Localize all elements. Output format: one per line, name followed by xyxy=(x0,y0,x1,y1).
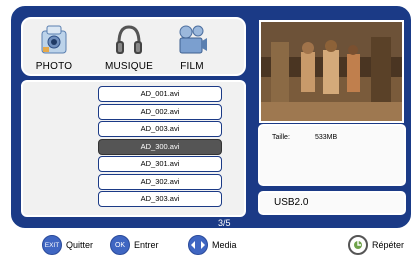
repeat-icon xyxy=(348,235,368,255)
media-music[interactable]: MUSIQUE xyxy=(99,19,159,78)
exit-button-icon: EXIT xyxy=(42,235,62,255)
repeat-label: Répéter xyxy=(372,240,405,250)
file-list-item[interactable]: AD_302.avi xyxy=(98,173,222,190)
device-label: USB2.0 xyxy=(274,197,309,208)
media-type-bar: PHOTO MUSIQUE FILM xyxy=(21,17,246,76)
media-music-label: MUSIQUE xyxy=(104,61,154,72)
file-info-panel: Taille: 533MB xyxy=(258,124,406,186)
legend-ok[interactable]: OK Entrer xyxy=(110,235,159,255)
legend-exit[interactable]: EXIT Quitter xyxy=(42,235,93,255)
legend-repeat[interactable]: Répéter xyxy=(348,235,404,255)
film-projector-icon xyxy=(179,25,207,54)
media-photo[interactable]: PHOTO xyxy=(31,19,77,78)
exit-label: Quitter xyxy=(66,240,94,250)
legend-media[interactable]: Media xyxy=(188,235,237,255)
file-list-item[interactable]: AD_300.avi xyxy=(98,138,222,155)
file-list-item[interactable]: AD_003.avi xyxy=(98,121,222,137)
file-list-panel: AD_001.avi AD_002.avi AD_003.avi AD_300.avi… xyxy=(21,80,246,217)
file-list-item[interactable]: AD_001.avi xyxy=(98,86,222,102)
left-right-arrows-icon xyxy=(188,235,208,255)
video-preview xyxy=(259,20,404,123)
media-photo-label: PHOTO xyxy=(35,61,73,72)
size-label: Taille: xyxy=(272,134,290,141)
preview-image xyxy=(261,22,402,121)
ok-button-icon: OK xyxy=(110,235,130,255)
file-list: AD_001.avi AD_002.avi AD_003.avi AD_300.avi… xyxy=(98,86,222,209)
file-list-item[interactable]: AD_002.avi xyxy=(98,103,222,120)
headphones-icon xyxy=(116,25,142,54)
camera-icon xyxy=(41,25,67,54)
file-list-item[interactable]: AD_301.avi xyxy=(98,156,222,172)
ok-label: Entrer xyxy=(134,240,159,250)
size-value: 533MB xyxy=(315,134,338,141)
media-film[interactable]: FILM xyxy=(169,19,215,78)
file-list-item[interactable]: AD_303.avi xyxy=(98,191,222,207)
media-label: Media xyxy=(212,240,237,250)
media-film-label: FILM xyxy=(180,61,204,72)
page-indicator: 3/5 xyxy=(218,218,231,228)
device-panel: USB2.0 xyxy=(258,191,406,215)
